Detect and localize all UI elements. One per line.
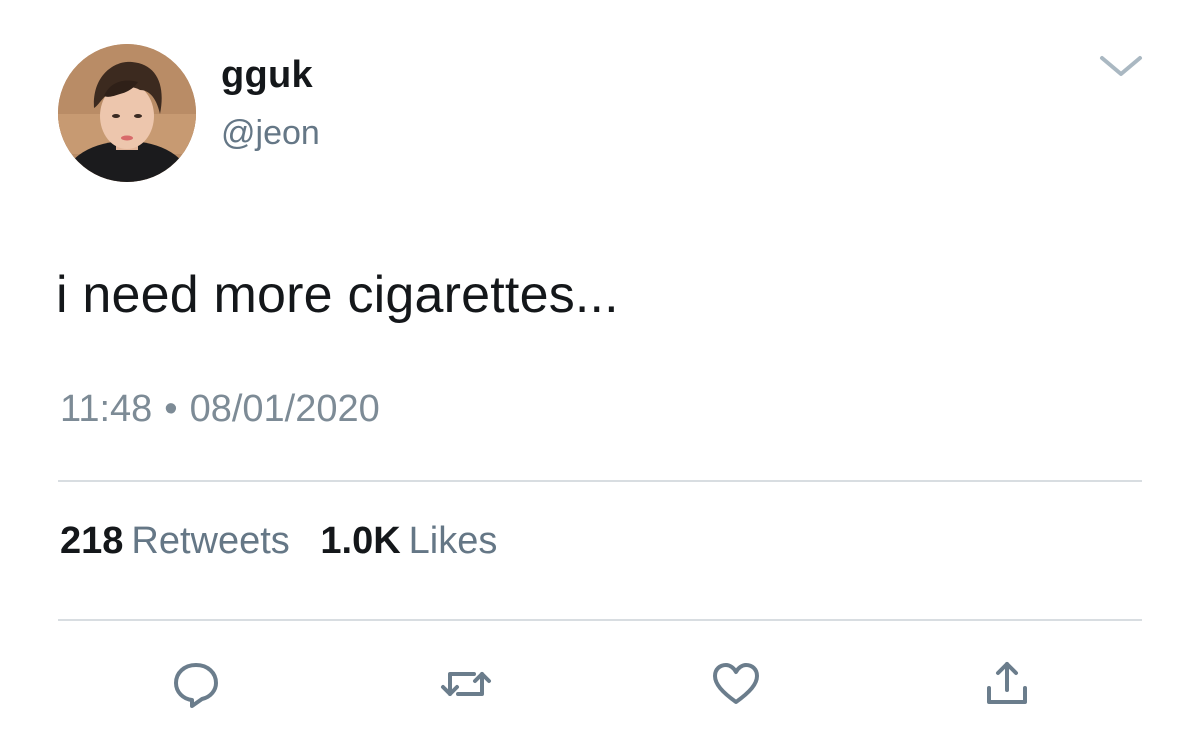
avatar-image: [58, 44, 196, 182]
likes-stat[interactable]: 1.0K Likes: [320, 520, 497, 562]
reply-icon: [174, 663, 218, 708]
retweets-stat[interactable]: 218 Retweets: [60, 520, 290, 562]
share-button[interactable]: [981, 658, 1033, 710]
tweet-time: 11:48: [60, 388, 153, 430]
tweet-card: gguk @jeon i need more cigarettes... 11:…: [0, 0, 1200, 750]
like-button[interactable]: [710, 658, 762, 710]
display-name[interactable]: gguk: [221, 52, 313, 98]
tweet-text: i need more cigarettes...: [56, 266, 619, 324]
divider: [58, 619, 1142, 621]
engagement-stats: 218 Retweets 1.0K Likes: [60, 518, 497, 564]
retweets-count: 218: [60, 520, 124, 562]
tweet-date: 08/01/2020: [189, 388, 380, 430]
retweet-button[interactable]: [440, 658, 492, 710]
like-icon: [713, 663, 759, 704]
divider: [58, 480, 1142, 482]
likes-label: Likes: [408, 520, 498, 562]
retweets-label: Retweets: [131, 520, 290, 562]
separator-dot: •: [164, 388, 178, 430]
chevron-down-icon[interactable]: [1098, 50, 1144, 82]
retweet-icon: [441, 672, 491, 696]
avatar[interactable]: [58, 44, 196, 182]
share-icon: [987, 662, 1027, 704]
likes-count: 1.0K: [320, 520, 401, 562]
reply-button[interactable]: [170, 658, 222, 710]
user-handle[interactable]: @jeon: [221, 112, 320, 154]
tweet-timestamp[interactable]: 11:48 • 08/01/2020: [60, 386, 380, 432]
